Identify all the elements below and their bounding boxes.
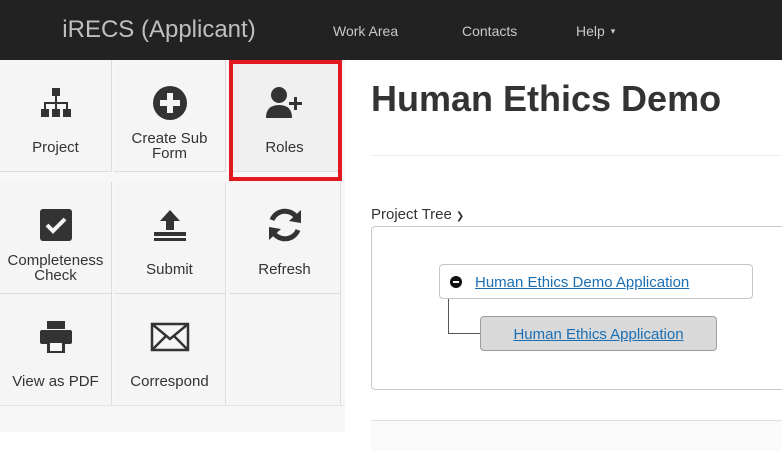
correspond-button[interactable]: Correspond — [114, 294, 226, 406]
nav-help-dropdown[interactable]: Help ▾ — [576, 0, 615, 60]
view-as-pdf-button[interactable]: View as PDF — [0, 294, 112, 406]
tree-connector-vertical — [448, 299, 449, 333]
project-tree-panel — [371, 226, 782, 390]
tree-node-child-link[interactable]: Human Ethics Application — [481, 326, 716, 343]
envelope-icon — [114, 316, 225, 358]
submit-button[interactable]: Submit — [114, 182, 226, 294]
submit-label: Submit — [146, 261, 193, 278]
project-label: Project — [32, 139, 79, 156]
refresh-icon — [229, 204, 340, 246]
plus-circle-icon — [114, 82, 225, 124]
toolbar-footer — [0, 405, 345, 432]
refresh-button[interactable]: Refresh — [229, 182, 341, 294]
nav-help-label: Help — [576, 23, 605, 39]
project-tree-toggle[interactable]: Project Tree ❯ — [371, 206, 464, 223]
project-button[interactable]: Project — [0, 60, 112, 172]
project-tree-heading: Project Tree — [371, 206, 452, 223]
view-as-pdf-label: View as PDF — [12, 373, 99, 390]
app-brand[interactable]: iRECS (Applicant) — [0, 0, 318, 60]
printer-icon — [0, 316, 111, 358]
refresh-label: Refresh — [258, 261, 311, 278]
tree-node-root: Human Ethics Demo Application — [439, 264, 753, 299]
upload-icon — [114, 204, 225, 246]
completeness-check-button[interactable]: Completeness Check — [0, 182, 112, 294]
nav-work-area[interactable]: Work Area — [333, 0, 398, 60]
lower-panel — [371, 420, 782, 451]
create-sub-form-button[interactable]: Create Sub Form — [114, 60, 226, 172]
page-title: Human Ethics Demo — [371, 78, 722, 119]
tree-connector-horizontal — [448, 333, 480, 334]
roles-highlight-box — [229, 60, 342, 181]
tree-node-root-link[interactable]: Human Ethics Demo Application — [475, 274, 689, 291]
tree-node-child: Human Ethics Application — [480, 316, 717, 351]
nav-contacts[interactable]: Contacts — [462, 0, 517, 60]
empty-tool-slot — [229, 294, 341, 406]
checkbox-icon — [0, 204, 111, 246]
caret-down-icon: ▾ — [610, 26, 616, 36]
completeness-check-label: Completeness Check — [7, 252, 104, 284]
top-navbar: iRECS (Applicant) Work Area Contacts Hel… — [0, 0, 782, 60]
project-tree-icon — [0, 82, 111, 124]
chevron-down-icon: ❯ — [455, 211, 465, 222]
correspond-label: Correspond — [130, 373, 209, 390]
create-sub-form-label: Create Sub Form — [131, 130, 208, 162]
collapse-icon[interactable] — [450, 276, 462, 288]
title-divider — [371, 155, 782, 156]
